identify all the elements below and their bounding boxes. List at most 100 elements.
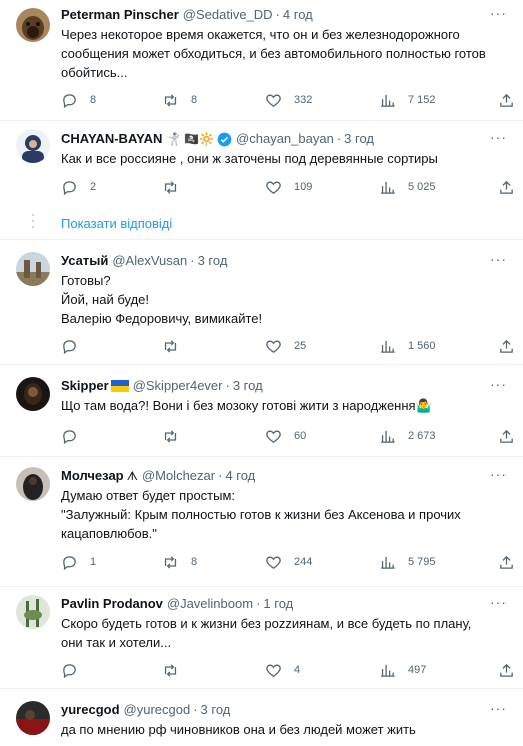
heart-icon xyxy=(266,181,281,194)
author-name[interactable]: Молчезар xyxy=(61,467,124,485)
tweet-actions: 8 8 332 7 152 xyxy=(61,91,515,109)
author-handle[interactable]: @Skipper4ever xyxy=(133,377,223,395)
analytics-icon xyxy=(381,94,395,107)
share-button[interactable] xyxy=(498,92,515,109)
author-name[interactable]: Peterman Pinscher xyxy=(61,6,179,24)
views-button[interactable]: 1 560 xyxy=(379,338,436,355)
tweet-header: CHAYAN-BAYAN 🤺 🏴‍☠️🔆 @chayan_bayan · 3 г… xyxy=(61,130,515,148)
tweet-actions: 2 109 5 025 xyxy=(61,178,515,196)
tweet-text-line: обойтись... xyxy=(61,65,128,80)
more-options-icon[interactable]: ··· xyxy=(490,467,507,481)
more-options-icon[interactable]: ··· xyxy=(490,6,507,20)
timestamp[interactable]: 1 год xyxy=(263,595,293,613)
avatar[interactable] xyxy=(16,8,50,42)
reply-icon xyxy=(63,429,76,444)
retweet-button[interactable]: 8 xyxy=(162,554,197,571)
author-handle[interactable]: @AlexVusan xyxy=(112,252,187,270)
tweet-text-line: Как и все россияне , они ж заточены под … xyxy=(61,151,438,166)
author-name[interactable]: Pavlin Prodanov xyxy=(61,595,163,613)
share-button[interactable] xyxy=(498,554,515,571)
avatar[interactable] xyxy=(16,129,50,163)
avatar[interactable] xyxy=(16,467,50,501)
author-name[interactable]: CHAYAN-BAYAN xyxy=(61,130,162,148)
tweet-text: Через некоторое время окажется, что он и… xyxy=(61,25,515,82)
retweet-button[interactable]: 8 xyxy=(162,92,197,109)
show-replies-link[interactable]: Показати відповіді xyxy=(61,216,172,231)
heart-icon xyxy=(266,430,281,443)
retweet-button[interactable] xyxy=(162,662,191,679)
timestamp[interactable]: 4 год xyxy=(225,467,255,485)
author-name[interactable]: yurecgod xyxy=(61,701,120,719)
author-handle[interactable]: @Molchezar xyxy=(142,467,215,485)
reply-button[interactable]: 1 xyxy=(61,554,96,571)
views-button[interactable]: 5 025 xyxy=(379,179,436,196)
tweet-text-line: Скоро будеть готов и к жизни без pozzиян… xyxy=(61,616,472,631)
avatar[interactable] xyxy=(16,595,50,629)
tweet[interactable]: Усатый @AlexVusan · 3 год ··· Готовы? Йо… xyxy=(0,240,523,365)
view-count: 5 795 xyxy=(408,556,436,568)
retweet-button[interactable] xyxy=(162,338,191,355)
more-options-icon[interactable]: ··· xyxy=(490,130,507,144)
views-button[interactable]: 5 795 xyxy=(379,554,436,571)
tweet[interactable]: Peterman Pinscher @Sedative_DD · 4 год ·… xyxy=(0,0,523,121)
tweet[interactable]: Молчезар ᗑ @Molchezar · 4 год ··· Думаю … xyxy=(0,457,523,587)
like-button[interactable]: 244 xyxy=(265,554,312,571)
like-button[interactable]: 25 xyxy=(265,338,306,355)
share-button[interactable] xyxy=(498,662,515,679)
tweet-text-line: Через некоторое время окажется, что он и… xyxy=(61,27,460,42)
timestamp[interactable]: 3 год xyxy=(344,130,374,148)
reply-button[interactable] xyxy=(61,428,90,445)
more-options-icon[interactable]: ··· xyxy=(490,377,507,391)
retweet-icon xyxy=(164,429,177,443)
more-options-icon[interactable]: ··· xyxy=(490,252,507,266)
author-handle[interactable]: @Sedative_DD xyxy=(183,6,273,24)
retweet-button[interactable] xyxy=(162,179,191,196)
avatar[interactable] xyxy=(16,252,50,286)
avatar[interactable] xyxy=(16,377,50,411)
more-options-icon[interactable]: ··· xyxy=(490,595,507,609)
reply-icon xyxy=(63,663,76,678)
show-replies-row[interactable]: Показати відповіді xyxy=(0,209,523,240)
author-handle[interactable]: @Javelinboom xyxy=(167,595,253,613)
views-button[interactable]: 2 673 xyxy=(379,428,436,445)
views-button[interactable]: 497 xyxy=(379,662,426,679)
share-button[interactable] xyxy=(498,338,515,355)
tweet-text: Готовы? Йой, най буде! Валерію Федорович… xyxy=(61,271,515,328)
tweet-actions: 25 1 560 xyxy=(61,337,515,355)
timestamp[interactable]: 3 год xyxy=(198,252,228,270)
heart-icon xyxy=(266,556,281,569)
reply-button[interactable]: 2 xyxy=(61,179,96,196)
tweet[interactable]: Skipper @Skipper4ever · 3 год ··· Що там… xyxy=(0,365,523,457)
share-icon xyxy=(500,555,513,569)
share-button[interactable] xyxy=(498,428,515,445)
tweet[interactable]: CHAYAN-BAYAN 🤺 🏴‍☠️🔆 @chayan_bayan · 3 г… xyxy=(0,121,523,209)
separator-dot: · xyxy=(193,702,198,717)
thread-connector xyxy=(32,214,34,232)
analytics-icon xyxy=(381,556,395,569)
views-button[interactable]: 7 152 xyxy=(379,92,436,109)
like-button[interactable]: 109 xyxy=(265,179,312,196)
tweet[interactable]: Pavlin Prodanov @Javelinboom · 1 год ···… xyxy=(0,587,523,689)
author-handle[interactable]: @yurecgod xyxy=(124,701,191,719)
share-button[interactable] xyxy=(498,179,515,196)
author-handle[interactable]: @chayan_bayan xyxy=(236,130,334,148)
tweet-text-line: они так и хотели... xyxy=(61,635,172,650)
reply-button[interactable] xyxy=(61,338,90,355)
tweet[interactable]: yurecgod @yurecgod · 3 год ··· да по мне… xyxy=(0,689,523,746)
retweet-count: 8 xyxy=(191,94,198,106)
avatar[interactable] xyxy=(16,701,50,735)
like-button[interactable]: 332 xyxy=(265,92,312,109)
reply-button[interactable]: 8 xyxy=(61,92,96,109)
retweet-button[interactable] xyxy=(162,428,191,445)
author-name[interactable]: Усатый xyxy=(61,252,108,270)
more-options-icon[interactable]: ··· xyxy=(490,701,507,715)
reply-button[interactable] xyxy=(61,662,90,679)
timestamp[interactable]: 3 год xyxy=(233,377,263,395)
timestamp[interactable]: 4 год xyxy=(283,6,313,24)
tweet-header: Pavlin Prodanov @Javelinboom · 1 год xyxy=(61,595,515,613)
timestamp[interactable]: 3 год xyxy=(201,701,231,719)
like-button[interactable]: 60 xyxy=(265,428,306,445)
tweet-text: Как и все россияне , они ж заточены под … xyxy=(61,149,515,168)
author-name[interactable]: Skipper xyxy=(61,377,109,395)
like-button[interactable]: 4 xyxy=(265,662,300,679)
